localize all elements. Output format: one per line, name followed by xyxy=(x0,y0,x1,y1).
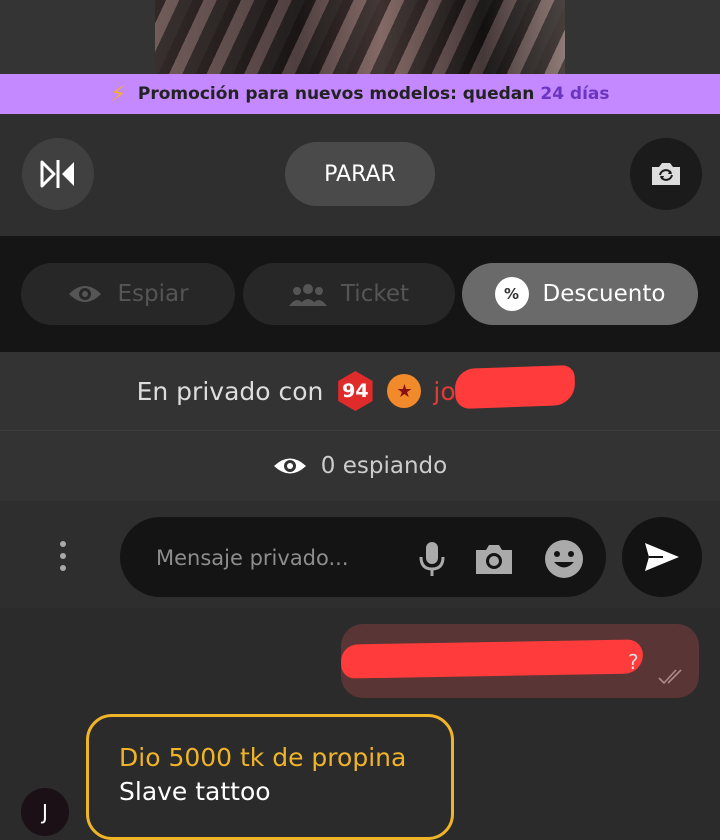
video-preview xyxy=(0,0,720,74)
promo-banner: ⚡ Promoción para nuevos modelos: quedan … xyxy=(0,74,720,114)
tip-title: Dio 5000 tk de propina xyxy=(119,743,407,772)
lightning-icon: ⚡ xyxy=(110,81,126,107)
more-options-icon[interactable] xyxy=(55,541,71,571)
message-input-wrapper xyxy=(120,517,606,597)
spy-count: 0 espiando xyxy=(320,453,448,479)
mirror-flip-icon xyxy=(40,160,74,188)
tip-text: Slave tattoo xyxy=(119,777,271,806)
read-ticks-icon xyxy=(658,669,682,685)
eye-icon xyxy=(69,286,102,302)
camera-icon[interactable] xyxy=(474,539,514,579)
send-button[interactable] xyxy=(622,517,702,597)
private-username[interactable]: jo7 xyxy=(433,364,583,409)
chat-area: ? J Dio 5000 tk de propina Slave tattoo xyxy=(0,608,720,840)
emoji-icon[interactable] xyxy=(544,539,584,579)
tab-espiar[interactable]: Espiar xyxy=(21,263,235,325)
microphone-icon[interactable] xyxy=(412,539,452,579)
promo-days: 24 días xyxy=(540,84,610,104)
outgoing-message-text: ? xyxy=(628,650,639,674)
camera-switch-icon xyxy=(652,163,680,185)
redaction-mark xyxy=(454,364,577,409)
spy-count-row: 0 espiando xyxy=(0,431,720,501)
private-with-row: En privado con 94 ★ jo7 xyxy=(0,352,720,431)
tab-descuento[interactable]: % Descuento xyxy=(462,263,698,325)
promo-text: Promoción para nuevos modelos: quedan xyxy=(137,84,535,104)
user-level-badge: 94 xyxy=(338,371,373,411)
avatar[interactable]: J xyxy=(21,788,69,836)
eye-icon xyxy=(273,458,306,474)
group-icon xyxy=(288,284,327,306)
star-icon: ★ xyxy=(387,374,422,408)
tab-descuento-label: Descuento xyxy=(542,281,666,307)
video-frame xyxy=(155,0,565,74)
percent-icon: % xyxy=(494,277,529,311)
private-label: En privado con xyxy=(136,376,324,406)
stop-button[interactable]: PARAR xyxy=(285,142,435,206)
message-input[interactable] xyxy=(154,539,398,577)
username-start: jo xyxy=(433,376,456,406)
tab-espiar-label: Espiar xyxy=(117,281,189,307)
outgoing-message: ? xyxy=(340,624,699,698)
mode-tabs: Espiar Ticket % Descuento xyxy=(0,236,720,352)
send-icon xyxy=(645,543,679,571)
tip-message: Dio 5000 tk de propina Slave tattoo xyxy=(86,714,454,840)
camera-switch-button[interactable] xyxy=(630,138,702,210)
tab-ticket-label: Ticket xyxy=(340,281,410,307)
redaction-mark xyxy=(340,639,644,679)
broadcast-controls: PARAR xyxy=(0,114,720,236)
message-composer xyxy=(0,501,720,608)
mirror-button[interactable] xyxy=(22,138,94,210)
tab-ticket[interactable]: Ticket xyxy=(243,263,455,325)
